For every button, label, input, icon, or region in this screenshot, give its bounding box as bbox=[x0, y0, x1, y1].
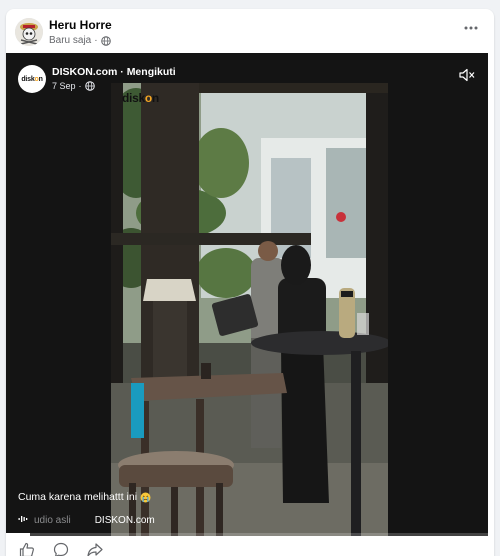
more-horizontal-icon bbox=[464, 26, 478, 30]
post-timestamp[interactable]: Baru saja bbox=[49, 35, 91, 46]
crying-face-emoji-icon bbox=[140, 492, 151, 503]
comment-button[interactable] bbox=[52, 542, 70, 556]
post-header: Heru Horre Baru saja · bbox=[6, 9, 494, 53]
audio-row[interactable]: udio asli DISKON.com bbox=[18, 514, 155, 527]
shared-reel[interactable]: diskon DISKON.com · Mengikuti 7 Sep · bbox=[6, 53, 488, 536]
watermark-accent: o bbox=[144, 91, 152, 105]
author-name[interactable]: Heru Horre bbox=[49, 18, 112, 32]
globe-icon bbox=[84, 81, 95, 91]
share-button[interactable] bbox=[86, 542, 104, 556]
video-progress-fill bbox=[6, 533, 31, 536]
globe-icon[interactable] bbox=[100, 35, 111, 46]
more-options-button[interactable] bbox=[462, 23, 480, 33]
video-watermark: diskon bbox=[122, 91, 159, 105]
shared-post-date[interactable]: 7 Sep bbox=[52, 81, 76, 91]
avatar[interactable] bbox=[15, 18, 43, 46]
like-button[interactable] bbox=[18, 542, 36, 556]
page-name-line: DISKON.com · Mengikuti bbox=[52, 66, 176, 78]
page-logo-text-start: disk bbox=[21, 75, 35, 83]
mute-button[interactable] bbox=[459, 68, 475, 82]
audio-label: udio asli bbox=[34, 515, 71, 526]
caption-text: Cuma karena melihattt ini bbox=[18, 491, 138, 503]
comment-icon bbox=[53, 542, 69, 556]
post-action-bar bbox=[6, 540, 494, 556]
video-still bbox=[111, 83, 388, 536]
watermark-end: n bbox=[151, 91, 159, 105]
shared-post-meta: 7 Sep · bbox=[52, 81, 95, 91]
audio-source[interactable]: DISKON.com bbox=[95, 515, 155, 526]
share-icon bbox=[87, 542, 103, 556]
post-meta: Baru saja · bbox=[49, 35, 111, 46]
speaker-muted-icon bbox=[459, 68, 475, 86]
page-logo-text-end: n bbox=[38, 75, 43, 83]
thumbs-up-icon bbox=[19, 542, 35, 556]
watermark-start: disk bbox=[122, 91, 145, 105]
follow-separator: · bbox=[117, 66, 127, 78]
post-card: Heru Horre Baru saja · disk o n DISKON.c… bbox=[6, 9, 494, 556]
video-progress-bar[interactable] bbox=[6, 533, 488, 536]
meta-separator: · bbox=[94, 35, 98, 46]
audio-wave-icon bbox=[18, 514, 28, 527]
page-name[interactable]: DISKON.com bbox=[52, 66, 117, 78]
page-logo[interactable]: disk o n bbox=[18, 65, 46, 93]
follow-status[interactable]: Mengikuti bbox=[127, 66, 176, 78]
shared-meta-separator: · bbox=[78, 81, 82, 91]
reel-caption: Cuma karena melihattt ini bbox=[18, 491, 151, 503]
video-frame[interactable] bbox=[111, 83, 388, 536]
